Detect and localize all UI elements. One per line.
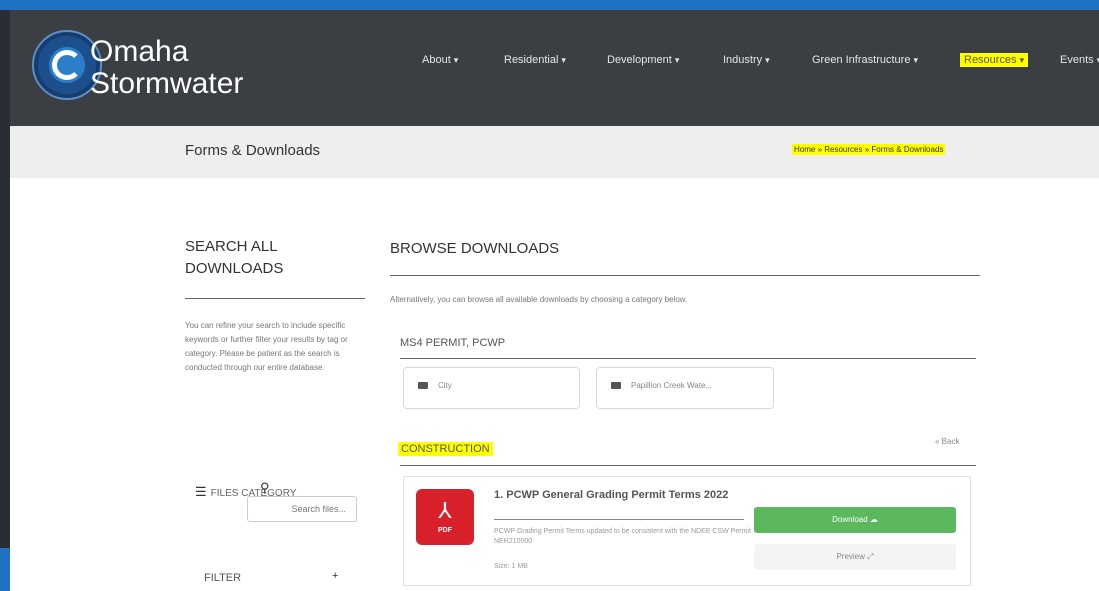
nav-label: Development <box>607 54 672 66</box>
nav-label: Industry <box>723 54 763 66</box>
folder-icon <box>418 382 428 390</box>
nav-label: Resources <box>964 54 1017 66</box>
preview-button-label: Preview <box>836 552 865 561</box>
chevron-down-icon: ▾ <box>453 55 459 65</box>
breadcrumb[interactable]: Home » Resources » Forms & Downloads <box>792 144 946 155</box>
download-button[interactable]: Download ☁ <box>754 507 956 533</box>
window-top-border <box>0 0 1099 10</box>
category-card-city[interactable]: City <box>403 367 580 409</box>
nav-label: Green Infrastructure <box>812 54 911 66</box>
browse-downloads-heading: BROWSE DOWNLOADS <box>390 240 560 257</box>
file-type-label: PDF <box>438 527 452 534</box>
category-card-papillion-creek[interactable]: Papillion Creek Wate... <box>596 367 774 409</box>
nav-label: About <box>422 54 451 66</box>
hamburger-icon: ☰ <box>195 484 207 499</box>
site-header: Omaha Stormwater About ▾ Residential ▾ Dev… <box>10 10 1099 126</box>
nav-item-residential[interactable]: Residential ▾ <box>504 54 566 66</box>
nav-item-development[interactable]: Development ▾ <box>607 54 679 66</box>
chevron-down-icon: ▾ <box>913 55 918 65</box>
download-item-description: PCWP Grading Permit Terms updated to be … <box>494 528 751 545</box>
search-icon[interactable]: ⚲ <box>260 480 270 496</box>
brand-line-2: Stormwater <box>90 67 244 100</box>
cloud-download-icon: ☁ <box>869 515 878 524</box>
download-button-label: Download <box>832 515 868 524</box>
chevron-down-icon: ▾ <box>674 55 680 65</box>
site-logo-text[interactable]: Omaha Stormwater <box>90 36 243 100</box>
nav-item-green-infrastructure[interactable]: Green Infrastructure ▾ <box>812 54 918 66</box>
expand-icon: ⤢ <box>867 552 874 561</box>
nav-item-events[interactable]: Events ▾ <box>1060 54 1099 66</box>
chevron-down-icon: ▾ <box>561 55 566 65</box>
download-item-card: ⅄ PDF 1. PCWP General Grading Permit Ter… <box>403 476 971 586</box>
category-title: MS4 PERMIT, PCWP <box>400 337 506 349</box>
divider <box>400 358 976 359</box>
folder-icon <box>611 382 621 390</box>
search-all-downloads-heading: SEARCH ALL DOWNLOADS <box>185 238 284 277</box>
filter-expand-icon[interactable]: + <box>332 570 338 582</box>
nav-label: Residential <box>504 54 559 66</box>
nav-item-about[interactable]: About ▾ <box>422 54 458 66</box>
divider <box>400 465 976 466</box>
pdf-file-icon: ⅄ PDF <box>416 489 474 545</box>
divider <box>494 519 744 520</box>
filter-label: FILTER <box>204 572 242 584</box>
page-title: Forms & Downloads <box>185 142 321 159</box>
back-link[interactable]: « Back <box>935 437 959 446</box>
divider <box>390 275 980 276</box>
chevron-down-icon: ▾ <box>1019 55 1025 65</box>
nav-item-resources[interactable]: Resources ▾ <box>960 53 1029 67</box>
chevron-down-icon: ▾ <box>765 55 770 65</box>
window-left-border <box>0 10 10 591</box>
search-files-input[interactable]: Search files... <box>247 496 357 522</box>
main-content: SEARCH ALL DOWNLOADS You can refine your… <box>10 178 1099 591</box>
brand-line-1: Omaha <box>90 35 189 68</box>
acrobat-icon: ⅄ <box>438 498 452 523</box>
category-card-label: City <box>438 381 452 390</box>
nav-item-industry[interactable]: Industry ▾ <box>723 54 770 66</box>
page-title-bar: Forms & Downloads Home » Resources » For… <box>10 126 1099 178</box>
nav-label: Events <box>1060 54 1094 66</box>
browse-description: Alternatively, you can browse all availa… <box>390 295 688 304</box>
search-description: You can refine your search to include sp… <box>185 321 348 372</box>
preview-button[interactable]: Preview ⤢ <box>754 544 956 570</box>
taskbar-edge <box>0 548 10 591</box>
download-item-title[interactable]: 1. PCWP General Grading Permit Terms 202… <box>494 488 744 503</box>
swirl-icon <box>52 50 82 80</box>
section-heading-construction: CONSTRUCTION <box>398 442 493 456</box>
download-item-size: Size: 1 MB <box>494 563 528 570</box>
divider <box>185 298 365 299</box>
category-card-label: Papillion Creek Wate... <box>631 381 713 390</box>
